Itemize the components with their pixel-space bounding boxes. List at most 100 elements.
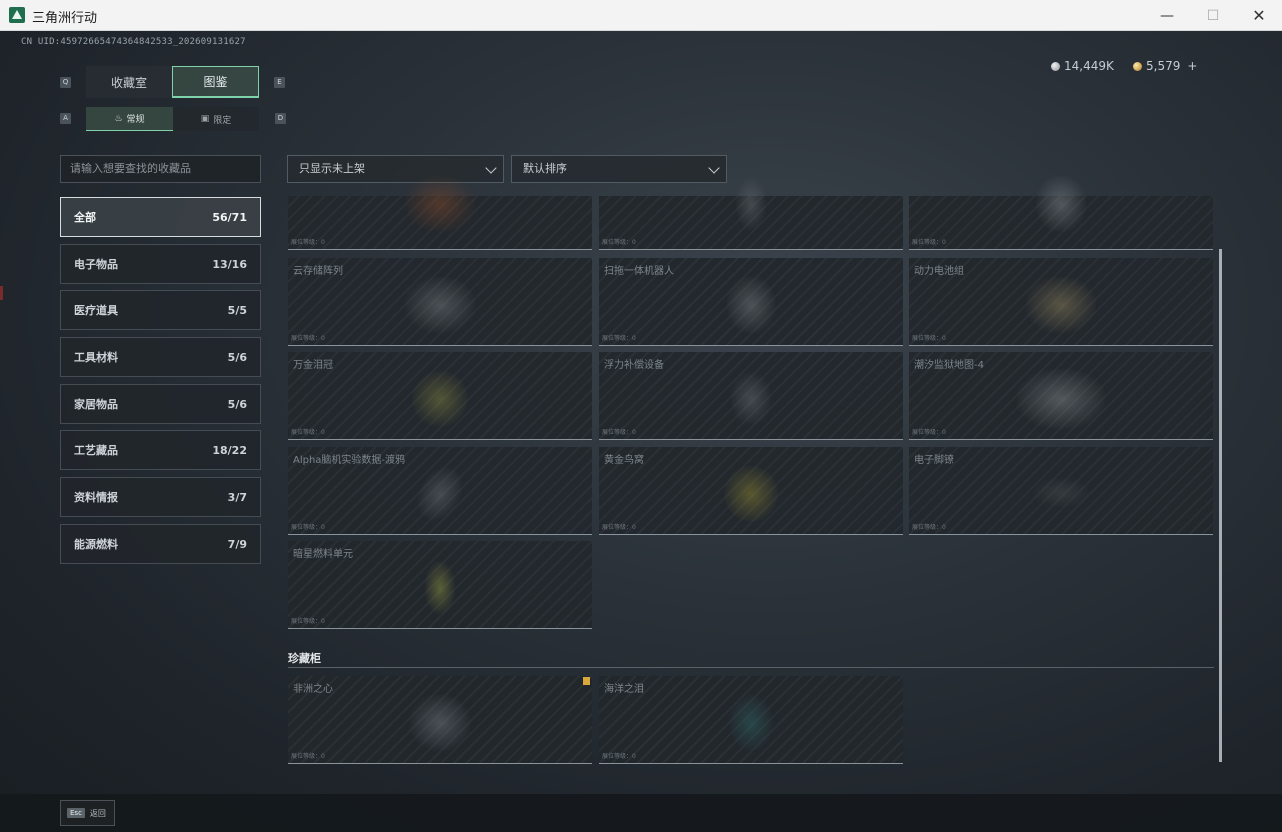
category-tools[interactable]: 工具材料 5/6 — [60, 337, 261, 377]
category-count: 56/71 — [212, 210, 247, 224]
category-crafts[interactable]: 工艺藏品 18/22 — [60, 430, 261, 470]
item-card[interactable]: 电子脚镣 展位等级：0 — [909, 447, 1213, 535]
footer-bar: Esc 返回 — [0, 794, 1282, 832]
item-image — [425, 561, 455, 614]
gold-currency[interactable]: 5,579 + — [1133, 59, 1197, 73]
item-card[interactable]: 暗星燃料单元 展位等级：0 — [288, 541, 592, 629]
subtab-normal[interactable]: ♨ 常规 — [86, 107, 173, 131]
item-image — [1017, 368, 1105, 429]
item-card[interactable]: 云存储阵列 展位等级：0 — [288, 258, 592, 346]
sort-value: 默认排序 — [523, 162, 567, 175]
item-image — [731, 372, 771, 425]
subtab-normal-label: 常规 — [126, 115, 145, 125]
item-name: 动力电池组 — [914, 266, 964, 277]
category-all[interactable]: 全部 56/71 — [60, 197, 261, 237]
item-image — [1033, 477, 1089, 507]
item-level: 展位等级：0 — [602, 239, 636, 246]
item-card[interactable]: 展位等级：0 — [909, 176, 1213, 250]
showcase-section-title: 珍藏柜 — [288, 652, 321, 665]
key-hint-d: D — [275, 113, 286, 124]
item-card[interactable]: 浮力补偿设备 展位等级：0 — [599, 352, 903, 440]
subtab-limited[interactable]: ▣ 限定 — [173, 107, 259, 131]
item-card[interactable]: 展位等级：0 — [599, 177, 903, 250]
key-hint-e: E — [274, 77, 285, 88]
category-label: 能源燃料 — [74, 538, 118, 551]
close-button[interactable]: ✕ — [1236, 0, 1282, 31]
sort-dropdown[interactable]: 默认排序 — [511, 155, 727, 183]
item-image — [1036, 176, 1086, 233]
item-level: 展位等级：0 — [291, 335, 325, 342]
chevron-down-icon — [708, 162, 720, 174]
item-image — [405, 276, 475, 333]
item-image — [410, 694, 470, 751]
back-label: 返回 — [89, 808, 106, 818]
minimize-button[interactable]: — — [1144, 0, 1190, 31]
category-label: 工艺藏品 — [74, 444, 118, 457]
key-hint-q: Q — [60, 77, 71, 88]
item-name: 浮力补偿设备 — [604, 360, 664, 371]
category-count: 13/16 — [212, 257, 247, 271]
item-card[interactable]: 动力电池组 展位等级：0 — [909, 258, 1213, 346]
item-level: 展位等级：0 — [602, 753, 636, 760]
category-household[interactable]: 家居物品 5/6 — [60, 384, 261, 424]
category-energy[interactable]: 能源燃料 7/9 — [60, 524, 261, 564]
add-currency-icon[interactable]: + — [1187, 59, 1197, 73]
silver-currency: 14,449K — [1051, 59, 1114, 73]
uid-label: CN UID:45972665474364842533_202609131627 — [21, 37, 246, 47]
item-image — [1026, 276, 1096, 333]
tab-collection-room[interactable]: 收藏室 — [86, 66, 172, 98]
category-label: 家居物品 — [74, 398, 118, 411]
item-image — [729, 694, 773, 751]
category-count: 5/5 — [227, 303, 247, 317]
item-image — [736, 177, 766, 230]
section-divider — [288, 667, 1214, 668]
item-level: 展位等级：0 — [912, 524, 946, 531]
item-name: 海洋之泪 — [604, 684, 644, 695]
item-level: 展位等级：0 — [291, 239, 325, 246]
scrollbar[interactable] — [1219, 249, 1222, 762]
subtab-limited-label: 限定 — [213, 115, 232, 126]
item-level: 展位等级：0 — [602, 429, 636, 436]
category-medical[interactable]: 医疗道具 5/5 — [60, 290, 261, 330]
item-card[interactable]: 展位等级：0 — [288, 176, 592, 250]
category-label: 工具材料 — [74, 351, 118, 364]
back-button[interactable]: Esc 返回 — [60, 800, 115, 826]
category-label: 电子物品 — [74, 258, 118, 271]
item-card[interactable]: 黄金鸟窝 展位等级：0 — [599, 447, 903, 535]
delta-logo-icon — [9, 7, 25, 23]
item-name: 扫拖一体机器人 — [604, 266, 674, 277]
item-image — [412, 370, 468, 427]
category-count: 5/6 — [227, 397, 247, 411]
item-level: 展位等级：0 — [291, 429, 325, 436]
item-name: 电子脚镣 — [914, 455, 954, 466]
item-name: Alpha脑机实验数据-渡鸦 — [293, 455, 406, 466]
category-intel[interactable]: 资料情报 3/7 — [60, 477, 261, 517]
tab-codex[interactable]: 图鉴 — [172, 66, 259, 98]
maximize-button[interactable]: ☐ — [1190, 0, 1236, 31]
edge-marker — [0, 286, 3, 300]
category-count: 7/9 — [227, 537, 247, 551]
item-level: 展位等级：0 — [291, 524, 325, 531]
item-card[interactable]: 潮汐监狱地图-4 展位等级：0 — [909, 352, 1213, 440]
category-label: 医疗道具 — [74, 304, 118, 317]
item-image — [405, 176, 475, 233]
category-electronics[interactable]: 电子物品 13/16 — [60, 244, 261, 284]
alert-badge-icon — [583, 677, 590, 685]
key-hint-a: A — [60, 113, 71, 124]
item-level: 展位等级：0 — [912, 429, 946, 436]
item-image — [727, 276, 775, 333]
search-input[interactable]: 请输入想要查找的收藏品 — [60, 155, 261, 183]
game-viewport: CN UID:45972665474364842533_202609131627… — [0, 31, 1282, 832]
window-titlebar: 三角洲行动 — ☐ ✕ — [0, 0, 1282, 31]
category-label: 全部 — [74, 211, 96, 224]
silver-coin-icon — [1051, 61, 1060, 71]
item-level: 展位等级：0 — [291, 753, 325, 760]
category-count: 18/22 — [212, 443, 247, 457]
image-icon: ▣ — [200, 114, 210, 124]
item-card[interactable]: Alpha脑机实验数据-渡鸦 展位等级：0 — [288, 447, 592, 535]
showcase-item-card[interactable]: 非洲之心 展位等级：0 — [288, 676, 592, 764]
showcase-item-card[interactable]: 海洋之泪 展位等级：0 — [599, 676, 903, 764]
item-card[interactable]: 万金泪冠 展位等级：0 — [288, 352, 592, 440]
category-label: 资料情报 — [74, 491, 118, 504]
item-card[interactable]: 扫拖一体机器人 展位等级：0 — [599, 258, 903, 346]
